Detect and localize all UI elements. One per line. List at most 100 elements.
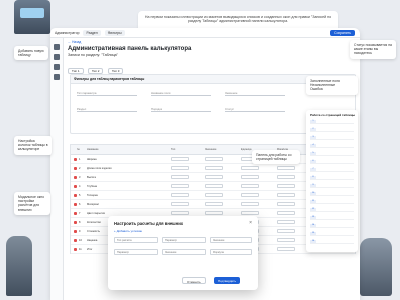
callout-table-settings: Настройка колонок таблицы в калькуляторе xyxy=(14,136,52,155)
settings-modal: Настроить расчеты для внешних × + Добави… xyxy=(108,216,258,290)
row-value-input[interactable] xyxy=(205,157,223,161)
breadcrumb[interactable]: ← Назад xyxy=(68,40,358,44)
modal-field-3[interactable]: Значение xyxy=(210,237,252,243)
save-button[interactable]: Сохранить xyxy=(330,29,355,36)
th-value: Значение xyxy=(205,148,217,151)
filter-field-6[interactable]: Статус xyxy=(225,107,285,112)
row-type-select[interactable] xyxy=(171,193,189,197)
pager-number: 11 xyxy=(310,200,316,203)
row-formula-input[interactable] xyxy=(277,166,295,170)
row-formula-input[interactable] xyxy=(277,247,295,251)
callout-add-table: Добавить новую таблицу xyxy=(14,46,48,61)
close-icon[interactable]: × xyxy=(249,220,252,226)
modal-field-6[interactable]: Формула xyxy=(210,249,252,255)
row-value-input[interactable] xyxy=(205,166,223,170)
pager-item[interactable]: 4 xyxy=(310,144,354,148)
row-name: Стоимость xyxy=(87,230,100,233)
filter-field-1[interactable]: Тип параметра xyxy=(77,91,137,96)
row-formula-input[interactable] xyxy=(277,184,295,188)
row-unit-input[interactable] xyxy=(241,166,259,170)
pager-item[interactable]: 6 xyxy=(310,160,354,164)
top-bar: Администратор Раздел Фильтры Сохранить xyxy=(50,28,360,38)
pager-number: 5 xyxy=(310,152,316,155)
row-unit-input[interactable] xyxy=(241,211,259,215)
row-name: Высота xyxy=(87,176,96,179)
filter-field-5[interactable]: Порядок xyxy=(151,107,211,112)
table-icon[interactable] xyxy=(54,64,60,70)
filter-pill[interactable]: Фильтры xyxy=(104,29,125,36)
row-index: 4 xyxy=(79,185,81,188)
modal-field-5[interactable]: Значение xyxy=(162,249,206,255)
section-pill[interactable]: Раздел xyxy=(83,29,101,36)
row-name: Цвет покрытия xyxy=(87,212,105,215)
row-status-mark xyxy=(74,221,77,224)
row-type-select[interactable] xyxy=(171,175,189,179)
row-formula-input[interactable] xyxy=(277,175,295,179)
pager-item[interactable]: 13 xyxy=(310,216,354,220)
row-type-select[interactable] xyxy=(171,166,189,170)
add-condition-link[interactable]: + Добавить условие xyxy=(114,229,142,233)
row-formula-input[interactable] xyxy=(277,193,295,197)
pager-number: 8 xyxy=(310,176,316,179)
row-value-input[interactable] xyxy=(205,175,223,179)
confirm-button[interactable]: Подтвердить xyxy=(214,277,241,284)
pager-item[interactable]: 5 xyxy=(310,152,354,156)
pager-item[interactable]: 8 xyxy=(310,176,354,180)
row-index: 1 xyxy=(79,158,81,161)
row-status-mark xyxy=(74,167,77,170)
pager-item[interactable]: 10 xyxy=(310,192,354,196)
row-status-mark xyxy=(74,248,77,251)
pager-number: 15 xyxy=(310,232,316,235)
settings-icon[interactable] xyxy=(54,74,60,80)
pager-number: 9 xyxy=(310,184,316,187)
pager-item[interactable]: 15 xyxy=(310,232,354,236)
row-unit-input[interactable] xyxy=(241,175,259,179)
modal-field-4[interactable]: Параметр xyxy=(114,249,158,255)
user-name[interactable]: Администратор xyxy=(55,31,79,35)
pager-item[interactable]: 3 xyxy=(310,136,354,140)
modal-field-1[interactable]: Тип расчёта xyxy=(114,237,158,243)
pager-item[interactable]: 14 xyxy=(310,224,354,228)
th-name: Название xyxy=(87,148,99,151)
row-type-select[interactable] xyxy=(171,184,189,188)
pager-item[interactable]: 16 xyxy=(310,240,354,244)
cancel-button[interactable]: Отменить xyxy=(182,277,206,284)
row-status-mark xyxy=(74,212,77,215)
row-status-mark xyxy=(74,185,77,188)
row-index: 3 xyxy=(79,176,81,179)
row-formula-input[interactable] xyxy=(277,211,295,215)
row-formula-input[interactable] xyxy=(277,220,295,224)
row-unit-input[interactable] xyxy=(241,193,259,197)
row-name: Ширина xyxy=(87,158,97,161)
pager-item[interactable]: 11 xyxy=(310,200,354,204)
row-formula-input[interactable] xyxy=(277,229,295,233)
row-unit-input[interactable] xyxy=(241,202,259,206)
home-icon[interactable] xyxy=(54,44,60,50)
row-type-select[interactable] xyxy=(171,157,189,161)
sidebar xyxy=(50,38,64,300)
row-unit-input[interactable] xyxy=(241,184,259,188)
list-icon[interactable] xyxy=(54,54,60,60)
pager-item[interactable]: 12 xyxy=(310,208,354,212)
pager-number: 12 xyxy=(310,208,316,211)
pager-item[interactable]: 9 xyxy=(310,184,354,188)
row-value-input[interactable] xyxy=(205,193,223,197)
filter-field-4[interactable]: Раздел xyxy=(77,107,137,112)
row-value-input[interactable] xyxy=(205,202,223,206)
row-value-input[interactable] xyxy=(205,211,223,215)
row-formula-input[interactable] xyxy=(277,238,295,242)
filter-field-3[interactable]: Значение xyxy=(225,91,285,96)
modal-title: Настроить расчеты для внешних xyxy=(114,221,184,226)
pager-item[interactable]: 2 xyxy=(310,128,354,132)
callout-modal-note: Модальное окно настройки расчётов для вн… xyxy=(14,192,50,215)
robot-illustration-left xyxy=(6,236,32,296)
row-formula-input[interactable] xyxy=(277,202,295,206)
row-type-select[interactable] xyxy=(171,202,189,206)
pager-item[interactable]: 7 xyxy=(310,168,354,172)
row-type-select[interactable] xyxy=(171,211,189,215)
modal-field-2[interactable]: Параметр xyxy=(162,237,206,243)
pager-item[interactable]: 1 xyxy=(310,120,354,124)
filter-field-2[interactable]: Название поля xyxy=(151,91,211,96)
row-value-input[interactable] xyxy=(205,184,223,188)
row-status-mark xyxy=(74,230,77,233)
